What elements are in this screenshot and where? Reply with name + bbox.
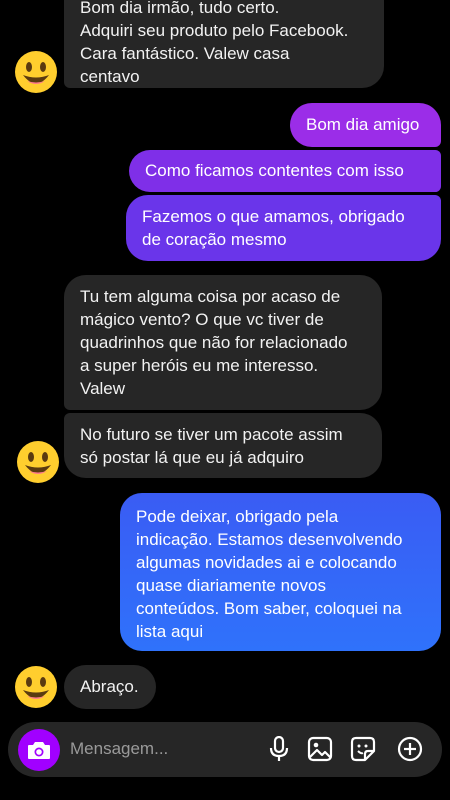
- gallery-button[interactable]: [306, 735, 334, 763]
- contact-avatar[interactable]: [14, 50, 58, 94]
- message-outgoing[interactable]: Bom dia amigo: [290, 103, 441, 147]
- message-incoming[interactable]: Abraço.: [64, 665, 156, 709]
- sticker-button[interactable]: [349, 735, 377, 763]
- camera-icon: [28, 742, 50, 759]
- smiley-face-icon: [17, 441, 59, 483]
- smiley-face-icon: [15, 666, 57, 708]
- smiley-face-icon: [15, 51, 57, 93]
- message-composer: [8, 722, 442, 777]
- contact-avatar[interactable]: [16, 440, 60, 484]
- plus-circle-icon: [397, 736, 423, 762]
- microphone-button[interactable]: [265, 735, 293, 763]
- camera-button[interactable]: [18, 729, 60, 771]
- message-incoming[interactable]: No futuro se tiver um pacote assim só po…: [64, 413, 382, 478]
- message-incoming[interactable]: Tu tem alguma coisa por acaso de mágico …: [64, 275, 382, 410]
- gallery-icon: [307, 736, 333, 762]
- contact-avatar[interactable]: [14, 665, 58, 709]
- message-outgoing[interactable]: Pode deixar, obrigado pela indicação. Es…: [120, 493, 441, 651]
- message-outgoing[interactable]: Fazemos o que amamos, obrigado de coraçã…: [126, 195, 441, 261]
- microphone-icon: [269, 736, 289, 761]
- more-options-button[interactable]: [396, 735, 424, 763]
- message-input[interactable]: [70, 736, 255, 762]
- message-outgoing[interactable]: Como ficamos contentes com isso: [129, 150, 441, 192]
- message-incoming[interactable]: Bom dia irmão, tudo certo. Adquiri seu p…: [64, 0, 384, 88]
- sticker-icon: [350, 736, 376, 762]
